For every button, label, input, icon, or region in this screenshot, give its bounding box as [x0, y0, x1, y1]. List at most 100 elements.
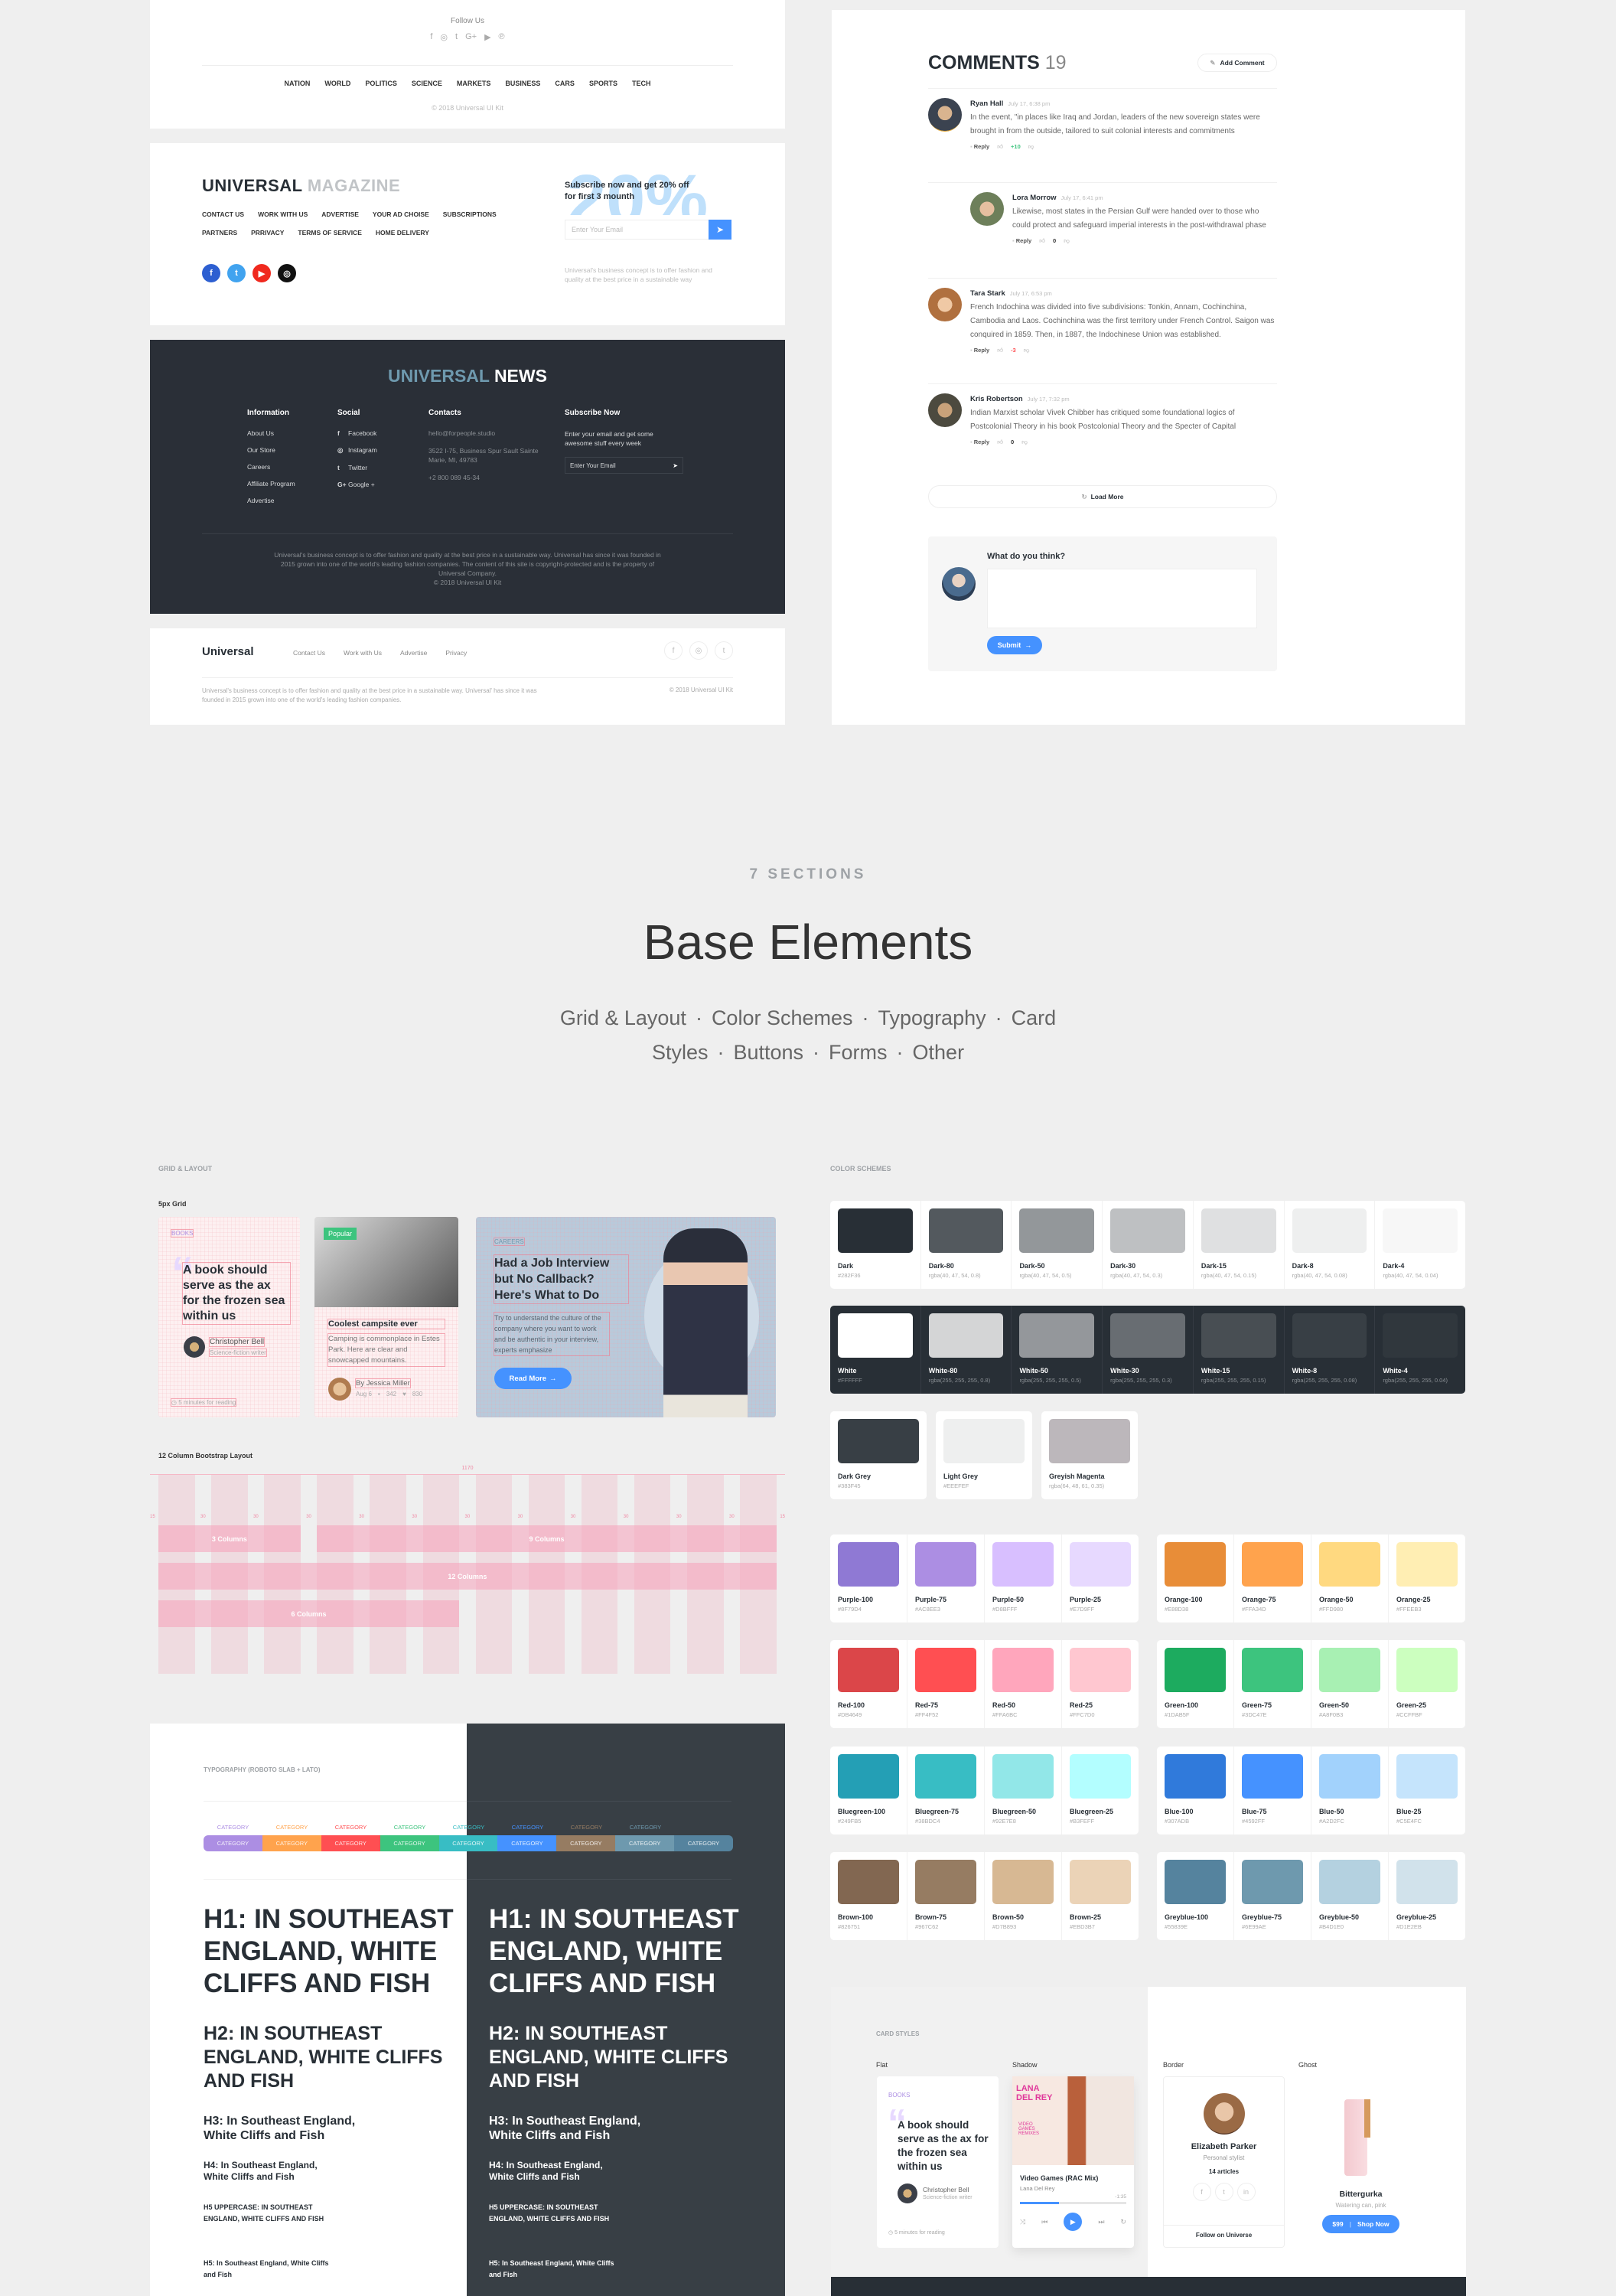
progress-track[interactable] — [1020, 2202, 1126, 2204]
color-swatch[interactable]: Red-50 #FFA6BC — [984, 1640, 1061, 1728]
reply-button[interactable]: ▪ Reply — [970, 439, 989, 446]
color-swatch[interactable]: Greyblue-50 #B4D1E0 — [1311, 1852, 1388, 1940]
social-link[interactable]: G+ Google + — [337, 481, 377, 488]
color-swatch[interactable]: Light Grey #EEEFEF — [936, 1411, 1032, 1499]
color-swatch[interactable]: Brown-25 #EBD3B7 — [1061, 1852, 1139, 1940]
section-link[interactable]: Forms — [829, 1041, 888, 1064]
nav-item-tech[interactable]: TECH — [632, 80, 651, 87]
info-link[interactable]: Affiliate Program — [247, 480, 295, 488]
color-swatch[interactable]: Red-100 #DB4649 — [830, 1640, 907, 1728]
category-text[interactable]: CATEGORY — [439, 1824, 498, 1831]
color-swatch[interactable]: White-8 rgba(255, 255, 255, 0.08) — [1283, 1306, 1375, 1394]
thumbs-up-icon[interactable]: 👍︎ — [1039, 237, 1045, 245]
color-swatch[interactable]: Greyblue-100 #55839E — [1157, 1852, 1233, 1940]
category-text[interactable]: CATEGORY — [498, 1824, 557, 1831]
google-plus-icon[interactable]: G+ — [465, 32, 477, 42]
color-swatch[interactable]: Dark #282F36 — [830, 1201, 920, 1289]
info-link[interactable]: Careers — [247, 463, 295, 471]
color-swatch[interactable]: Red-25 #FFC7D0 — [1061, 1640, 1139, 1728]
color-swatch[interactable]: White-80 rgba(255, 255, 255, 0.8) — [920, 1306, 1012, 1394]
nav-item-markets[interactable]: MARKETS — [457, 80, 491, 87]
send-button[interactable]: ➤ — [709, 220, 731, 240]
section-link[interactable]: Color Schemes — [712, 1006, 853, 1029]
facebook-icon[interactable]: f — [202, 264, 220, 282]
color-swatch[interactable]: White-4 rgba(255, 255, 255, 0.04) — [1374, 1306, 1465, 1394]
color-swatch[interactable]: Greyblue-25 #D1E2EB — [1388, 1852, 1465, 1940]
social-link[interactable]: f Facebook — [337, 429, 377, 437]
color-swatch[interactable]: Blue-50 #A2D2FC — [1311, 1746, 1388, 1835]
article-title[interactable]: Had a Job Interview but No Callback? Her… — [494, 1254, 629, 1304]
submit-button[interactable]: Submit → — [987, 636, 1042, 654]
youtube-icon[interactable]: ▶ — [252, 264, 271, 282]
category-text[interactable]: CATEGORY — [557, 1824, 616, 1831]
footer-link[interactable]: Contact Us — [293, 649, 325, 657]
category-pill[interactable]: CATEGORY — [615, 1835, 675, 1851]
color-swatch[interactable]: Dark-4 rgba(40, 47, 54, 0.04) — [1374, 1201, 1465, 1289]
category-pill[interactable]: CATEGORY — [262, 1835, 321, 1851]
nav-item-sports[interactable]: SPORTS — [589, 80, 617, 87]
comment-textarea[interactable] — [987, 569, 1257, 628]
twitter-icon[interactable]: t — [455, 32, 458, 42]
thumbs-up-icon[interactable]: 👍︎ — [997, 347, 1003, 354]
category-pill[interactable]: CATEGORY — [556, 1835, 616, 1851]
social-icon[interactable]: f — [664, 641, 683, 660]
footer-link[interactable]: TERMS OF SERVICE — [298, 229, 361, 236]
contact-email[interactable]: hello@forpeople.studio — [428, 429, 539, 437]
color-swatch[interactable]: Brown-50 #D7B893 — [984, 1852, 1061, 1940]
next-icon[interactable]: ⏭ — [1098, 2218, 1104, 2226]
thumbs-down-icon[interactable]: 👎︎ — [1024, 347, 1030, 354]
email-input[interactable]: Enter Your Email — [565, 220, 731, 240]
section-link[interactable]: Grid & Layout — [560, 1006, 686, 1029]
social-link[interactable]: ◎ Instagram — [337, 446, 377, 455]
color-swatch[interactable]: Blue-25 #C5E4FC — [1388, 1746, 1465, 1835]
category-pill[interactable]: CATEGORY — [380, 1835, 439, 1851]
info-link[interactable]: Advertise — [247, 497, 295, 504]
color-swatch[interactable]: Orange-25 #FFEEB3 — [1388, 1534, 1465, 1623]
facebook-icon[interactable]: f — [430, 32, 432, 42]
info-link[interactable]: About Us — [247, 429, 295, 437]
color-swatch[interactable]: Purple-25 #E7D9FF — [1061, 1534, 1139, 1623]
commenter-name[interactable]: Tara Stark — [970, 289, 1005, 298]
color-swatch[interactable]: Dark-8 rgba(40, 47, 54, 0.08) — [1283, 1201, 1375, 1289]
color-swatch[interactable]: Greyish Magenta rgba(64, 48, 61, 0.35) — [1041, 1411, 1138, 1499]
color-swatch[interactable]: White-50 rgba(255, 255, 255, 0.5) — [1011, 1306, 1102, 1394]
article-title[interactable]: Coolest campsite ever — [327, 1319, 445, 1329]
footer-link[interactable]: YOUR AD CHOISE — [373, 210, 429, 218]
color-swatch[interactable]: Orange-50 #FFD980 — [1311, 1534, 1388, 1623]
color-swatch[interactable]: Greyblue-75 #6E99AE — [1233, 1852, 1311, 1940]
color-swatch[interactable]: White-30 rgba(255, 255, 255, 0.3) — [1102, 1306, 1193, 1394]
color-swatch[interactable]: Purple-75 #AC8EE3 — [907, 1534, 984, 1623]
color-swatch[interactable]: Bluegreen-75 #38BDC4 — [907, 1746, 984, 1835]
social-icon[interactable]: t — [1214, 2183, 1233, 2201]
color-swatch[interactable]: Red-75 #FF4F52 — [907, 1640, 984, 1728]
commenter-name[interactable]: Kris Robertson — [970, 395, 1023, 403]
category-text[interactable]: CATEGORY — [262, 1824, 321, 1831]
social-link[interactable]: t Twitter — [337, 464, 377, 471]
previous-icon[interactable]: ⏮ — [1041, 2218, 1047, 2226]
instagram-icon[interactable]: ◎ — [440, 32, 448, 42]
twitter-icon[interactable]: t — [227, 264, 246, 282]
load-more-button[interactable]: ↻ Load More — [928, 485, 1277, 508]
universal-logo[interactable]: Universal — [202, 645, 254, 658]
color-swatch[interactable]: Dark-30 rgba(40, 47, 54, 0.3) — [1102, 1201, 1193, 1289]
play-button[interactable]: ▶ — [1064, 2213, 1083, 2231]
nav-item-business[interactable]: BUSINESS — [505, 80, 540, 87]
color-swatch[interactable]: Green-75 #3DC47E — [1233, 1640, 1311, 1728]
social-icon[interactable]: in — [1236, 2183, 1256, 2201]
commenter-name[interactable]: Ryan Hall — [970, 99, 1003, 108]
color-swatch[interactable]: Purple-100 #8F79D4 — [830, 1534, 907, 1623]
repeat-icon[interactable]: ↻ — [1120, 2218, 1126, 2226]
color-swatch[interactable]: Brown-100 #826751 — [830, 1852, 907, 1940]
color-swatch[interactable]: Green-50 #A8F0B3 — [1311, 1640, 1388, 1728]
footer-link[interactable]: HOME DELIVERY — [376, 229, 429, 236]
footer-link[interactable]: Privacy — [445, 649, 467, 657]
reply-button[interactable]: ▪ Reply — [970, 143, 989, 151]
color-swatch[interactable]: White #FFFFFF — [830, 1306, 920, 1394]
shuffle-icon[interactable]: ⤨ — [1020, 2218, 1025, 2226]
social-icon[interactable]: ◎ — [689, 641, 708, 660]
thumbs-down-icon[interactable]: 👎︎ — [1028, 143, 1034, 151]
thumbs-down-icon[interactable]: 👎︎ — [1064, 237, 1070, 245]
category-pill[interactable]: CATEGORY — [497, 1835, 557, 1851]
color-swatch[interactable]: Green-100 #1DAB5F — [1157, 1640, 1233, 1728]
email-input[interactable]: Enter Your Email ➤ — [565, 457, 683, 474]
